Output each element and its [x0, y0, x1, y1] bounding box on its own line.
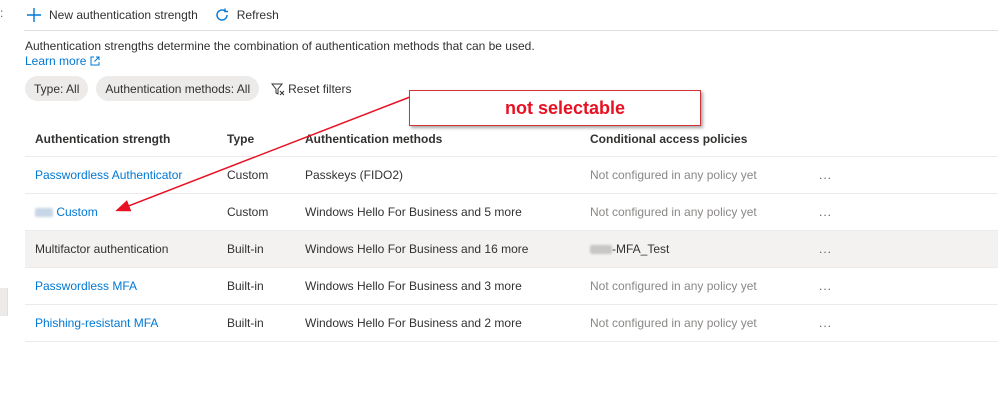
- annotation-callout: not selectable: [409, 90, 701, 126]
- annotation-arrow: [115, 96, 411, 212]
- annotation-text: not selectable: [504, 97, 626, 118]
